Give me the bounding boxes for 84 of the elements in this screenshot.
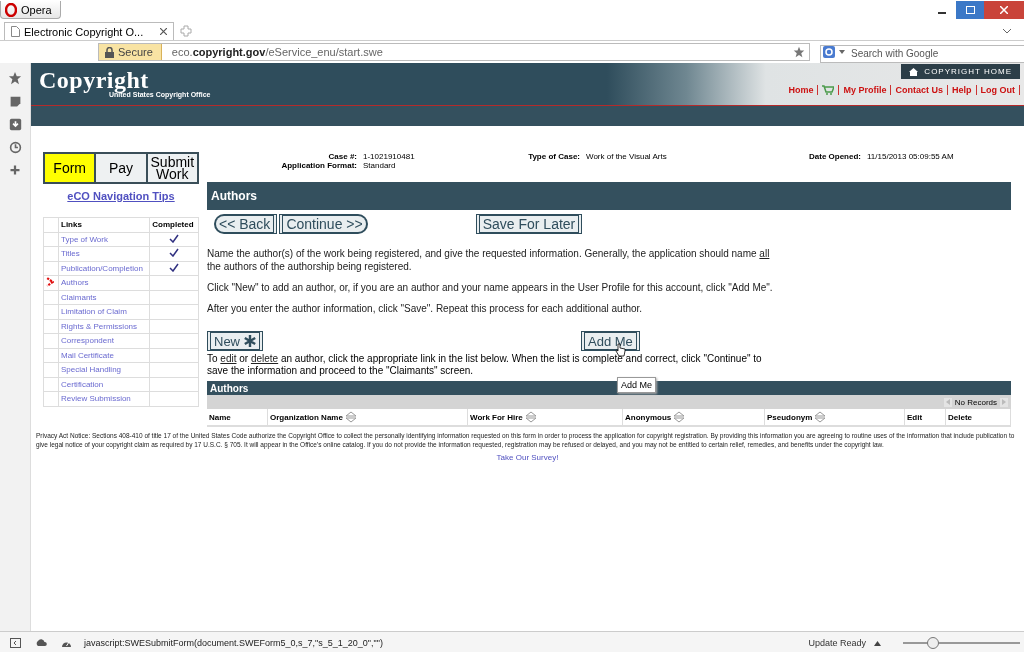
nav-link[interactable]: Home [784, 85, 819, 95]
inline-link[interactable]: delete [250, 353, 279, 364]
case-info-label: Case #: [327, 152, 357, 161]
cloud-icon[interactable] [35, 638, 47, 646]
column-header: Links [58, 217, 150, 232]
instruction-text: To edit or delete an author, click the appropriate link in the list below. When the list is complete and correct, click "Continue" to save the information and proceed to the "Claimants" screen. [207, 353, 763, 377]
nav-link[interactable]: Log Out [976, 85, 1020, 95]
close-button[interactable] [984, 1, 1024, 19]
url-text: eco.copyright.gov/eService_enu/start.swe [170, 46, 384, 58]
inline-link[interactable]: edit [220, 353, 237, 364]
opera-menu-button[interactable]: Opera [0, 1, 61, 19]
survey-link[interactable]: Take Our Survey! [31, 453, 1024, 462]
close-icon [1000, 6, 1008, 14]
column-header: Pseudonym [767, 412, 813, 422]
case-info-label: Type of Case: [527, 152, 580, 161]
shopping-cart-icon[interactable] [822, 85, 835, 95]
caret-up-icon[interactable] [874, 640, 881, 646]
column-header: Name [209, 412, 231, 422]
column-header: Completed [149, 217, 199, 232]
o-logo-icon [5, 2, 17, 17]
copyright-home-button[interactable]: COPYRIGHT HOME [901, 64, 1020, 79]
column-header: Organization Name [270, 412, 343, 422]
section-title: Authors [207, 182, 1011, 210]
status-url: javascript:SWESubmitForm(document.SWEForm5_0,s_7,"s_5_1_20_0","") [84, 638, 383, 648]
pager-text: No Records [954, 397, 997, 407]
continue-button[interactable]: Continue >> [279, 214, 368, 234]
case-info-label: Application Format: [280, 161, 357, 170]
section-link[interactable]: Titles [61, 249, 80, 259]
checkmark-icon [169, 233, 180, 243]
sort-icon[interactable] [524, 411, 537, 423]
copyright-logo: Copyright [39, 69, 149, 91]
tooltip: Add Me [617, 377, 657, 393]
note-icon[interactable] [8, 95, 22, 108]
inline-link[interactable]: all [759, 248, 770, 259]
padlock-icon [105, 46, 114, 58]
sort-icon[interactable] [673, 411, 686, 423]
sort-icon[interactable] [814, 411, 827, 423]
step-tab[interactable]: Form [45, 154, 97, 182]
add-me-button[interactable]: Add Me [581, 331, 640, 351]
checkmark-icon [169, 248, 180, 258]
back-button[interactable]: << Back [214, 214, 278, 234]
new-button[interactable]: New [207, 331, 263, 351]
save-button[interactable]: Save For Later [475, 214, 583, 234]
search-field[interactable]: Search with Google [820, 44, 1024, 63]
case-info-value: 1-1021910481 [363, 152, 416, 161]
case-info-label: Date Opened: [808, 152, 861, 161]
nav-link[interactable]: My Profile [839, 85, 892, 95]
page-icon [11, 26, 20, 37]
tab-menu-icon[interactable] [1002, 28, 1012, 34]
navigation-tips-link[interactable]: eCO Navigation Tips [43, 190, 199, 202]
case-info-value: Work of the Visual Arts [586, 152, 668, 161]
dropdown-caret-icon[interactable] [839, 50, 845, 54]
column-header: Delete [948, 412, 972, 422]
bookmark-star-icon[interactable] [793, 46, 805, 58]
search-engine-icon[interactable] [823, 46, 835, 58]
nav-link[interactable]: Contact Us [891, 85, 948, 95]
case-info-value: Standard [363, 161, 397, 170]
instruction-text: Click "New" to add an author, or, if you are an author and your name appears in the User Profile for this account, click "Add Me". [207, 281, 774, 294]
update-status[interactable]: Update Ready [808, 638, 866, 648]
maximize-icon [965, 6, 975, 14]
sort-icon[interactable] [344, 411, 357, 423]
step-tab[interactable]: Pay [96, 154, 148, 182]
step-tab[interactable]: Submit Work [147, 154, 197, 182]
instruction-text: After you enter the author information, click "Save". Repeat this process for each additional author. [207, 302, 644, 315]
add-icon[interactable] [9, 164, 21, 176]
house-icon [909, 67, 919, 76]
maximize-button[interactable] [956, 1, 984, 19]
address-field[interactable]: Secure eco.copyright.gov/eService_enu/start.swe [98, 43, 810, 61]
case-info-value: 11/15/2013 05:09:55 AM [867, 152, 955, 161]
checkmark-icon [169, 262, 180, 272]
column-header: Work For Hire [470, 412, 523, 422]
clock-icon[interactable] [8, 141, 22, 154]
download-icon[interactable] [8, 118, 22, 131]
browser-tab[interactable]: Electronic Copyright O... [4, 22, 174, 40]
bookmark-star-icon[interactable] [8, 71, 22, 85]
column-header: Anonymous [625, 412, 672, 422]
slider-thumb[interactable] [927, 637, 940, 649]
nav-link[interactable]: Help [948, 85, 977, 95]
asterisk-icon [244, 335, 256, 347]
instruction-text: Name the author(s) of the work being registered, and give the requested information. Generally, the application should name all the authors of the authorship being registered. [207, 247, 771, 273]
column-header: Edit [907, 412, 923, 422]
secure-label: Secure [118, 46, 153, 58]
panel-toggle-icon[interactable] [10, 638, 21, 648]
close-tab-icon[interactable] [160, 28, 167, 35]
